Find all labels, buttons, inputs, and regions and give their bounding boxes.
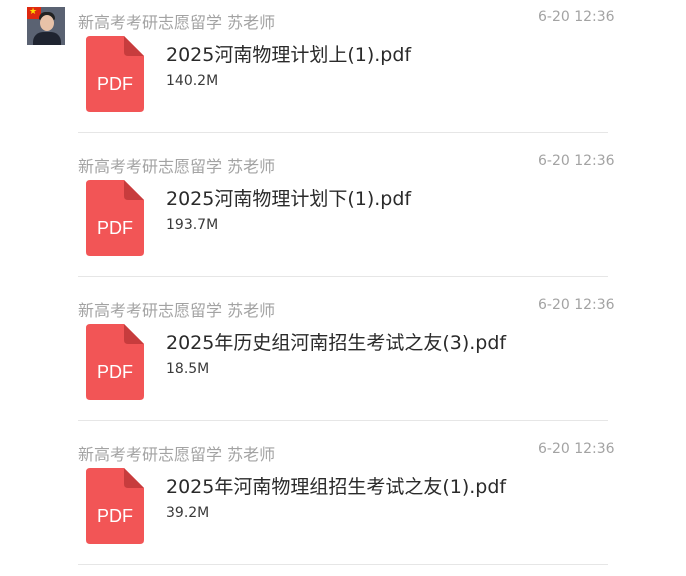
message-item: 新高考考研志愿留学 苏老师 6-20 12:36 PDF 2025河南物理计划上… (0, 0, 686, 144)
message-item: 新高考考研志愿留学 苏老师 6-20 12:36 PDF 2025年河南物理组招… (0, 432, 686, 576)
sender-name: 新高考考研志愿留学 苏老师 (78, 301, 276, 320)
pdf-icon[interactable]: PDF (86, 36, 144, 112)
divider (78, 132, 608, 133)
sender-name: 新高考考研志愿留学 苏老师 (78, 13, 276, 32)
pdf-icon[interactable]: PDF (86, 180, 144, 256)
divider (78, 420, 608, 421)
file-name-link[interactable]: 2025年历史组河南招生考试之友(3).pdf (166, 328, 506, 355)
sender-name: 新高考考研志愿留学 苏老师 (78, 445, 276, 464)
file-name-link[interactable]: 2025河南物理计划下(1).pdf (166, 184, 411, 211)
message-time: 6-20 12:36 (538, 441, 615, 457)
pdf-type-label: PDF (97, 218, 133, 238)
file-size: 193.7M (166, 217, 219, 233)
file-name-link[interactable]: 2025年河南物理组招生考试之友(1).pdf (166, 472, 506, 499)
file-name-link[interactable]: 2025河南物理计划上(1).pdf (166, 40, 411, 67)
file-size: 39.2M (166, 505, 210, 521)
file-size: 140.2M (166, 73, 219, 89)
message-time: 6-20 12:36 (538, 297, 615, 313)
pdf-icon[interactable]: PDF (86, 324, 144, 400)
file-size: 18.5M (166, 361, 210, 377)
pdf-type-label: PDF (97, 506, 133, 526)
pdf-type-label: PDF (97, 362, 133, 382)
message-item: 新高考考研志愿留学 苏老师 6-20 12:36 PDF 2025河南物理计划下… (0, 144, 686, 288)
divider (78, 564, 608, 565)
message-item: 新高考考研志愿留学 苏老师 6-20 12:36 PDF 2025年历史组河南招… (0, 288, 686, 432)
message-time: 6-20 12:36 (538, 153, 615, 169)
pdf-icon[interactable]: PDF (86, 468, 144, 544)
pdf-type-label: PDF (97, 74, 133, 94)
sender-name: 新高考考研志愿留学 苏老师 (78, 157, 276, 176)
message-time: 6-20 12:36 (538, 9, 615, 25)
divider (78, 276, 608, 277)
